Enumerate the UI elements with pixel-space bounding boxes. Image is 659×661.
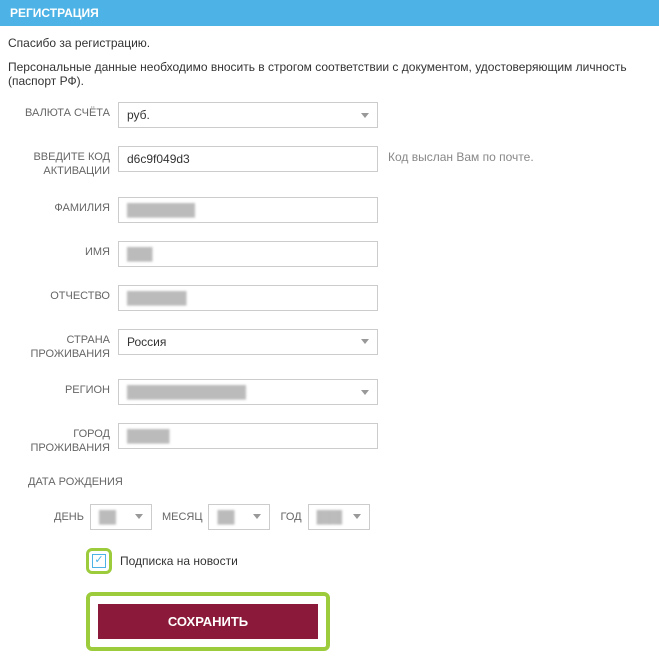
activation-row: ВВЕДИТЕ КОД АКТИВАЦИИ d6c9f049d3 Код выс… bbox=[8, 146, 651, 179]
country-select[interactable]: Россия bbox=[118, 329, 378, 355]
activation-label: ВВЕДИТЕ КОД АКТИВАЦИИ bbox=[8, 146, 118, 179]
page-title: РЕГИСТРАЦИЯ bbox=[10, 6, 99, 20]
chevron-down-icon bbox=[353, 514, 361, 519]
patronymic-label: ОТЧЕСТВО bbox=[8, 285, 118, 303]
dob-day-value: ██ bbox=[99, 510, 116, 524]
region-select[interactable]: ██████████████ bbox=[118, 379, 378, 405]
city-label: ГОРОД ПРОЖИВАНИЯ bbox=[8, 423, 118, 456]
subscribe-highlight: ✓ bbox=[86, 548, 112, 574]
currency-row: ВАЛЮТА СЧЁТА руб. bbox=[8, 102, 651, 128]
dob-row: ДЕНЬ ██ МЕСЯЦ ██ ГОД ███ bbox=[8, 504, 651, 530]
dob-year-value: ███ bbox=[317, 510, 343, 524]
country-value: Россия bbox=[127, 335, 166, 349]
chevron-down-icon bbox=[361, 390, 369, 395]
currency-value: руб. bbox=[127, 108, 150, 122]
region-label: РЕГИОН bbox=[8, 379, 118, 397]
dob-title: ДАТА РОЖДЕНИЯ bbox=[28, 476, 138, 488]
save-highlight: СОХРАНИТЬ bbox=[86, 592, 330, 651]
activation-hint: Код выслан Вам по почте. bbox=[388, 146, 534, 172]
subscribe-checkbox[interactable]: ✓ bbox=[92, 554, 106, 568]
dob-section: ДАТА РОЖДЕНИЯ ДЕНЬ ██ МЕСЯЦ ██ ГОД bbox=[8, 474, 651, 530]
chevron-down-icon bbox=[361, 339, 369, 344]
thanks-text: Спасибо за регистрацию. bbox=[8, 36, 651, 50]
currency-label: ВАЛЮТА СЧЁТА bbox=[8, 102, 118, 120]
firstname-input[interactable]: ███ bbox=[118, 241, 378, 267]
country-row: СТРАНА ПРОЖИВАНИЯ Россия bbox=[8, 329, 651, 362]
dob-day-select[interactable]: ██ bbox=[90, 504, 152, 530]
patronymic-value: ███████ bbox=[127, 291, 187, 305]
chevron-down-icon bbox=[253, 514, 261, 519]
country-label: СТРАНА ПРОЖИВАНИЯ bbox=[8, 329, 118, 362]
lastname-input[interactable]: ████████ bbox=[118, 197, 378, 223]
firstname-row: ИМЯ ███ bbox=[8, 241, 651, 267]
dob-day-label: ДЕНЬ bbox=[54, 511, 84, 523]
lastname-label: ФАМИЛИЯ bbox=[8, 197, 118, 215]
activation-value: d6c9f049d3 bbox=[127, 152, 190, 166]
firstname-value: ███ bbox=[127, 247, 153, 261]
subscribe-label: Подписка на новости bbox=[120, 554, 238, 568]
dob-month-value: ██ bbox=[217, 510, 234, 524]
patronymic-input[interactable]: ███████ bbox=[118, 285, 378, 311]
lastname-value: ████████ bbox=[127, 203, 195, 217]
city-row: ГОРОД ПРОЖИВАНИЯ █████ bbox=[8, 423, 651, 456]
city-value: █████ bbox=[127, 429, 170, 443]
dob-year-label: ГОД bbox=[280, 511, 301, 523]
region-value: ██████████████ bbox=[127, 385, 246, 399]
dob-month-label: МЕСЯЦ bbox=[162, 511, 203, 523]
dob-year-select[interactable]: ███ bbox=[308, 504, 370, 530]
city-input[interactable]: █████ bbox=[118, 423, 378, 449]
patronymic-row: ОТЧЕСТВО ███████ bbox=[8, 285, 651, 311]
currency-select[interactable]: руб. bbox=[118, 102, 378, 128]
dob-month-select[interactable]: ██ bbox=[208, 504, 270, 530]
firstname-label: ИМЯ bbox=[8, 241, 118, 259]
lastname-row: ФАМИЛИЯ ████████ bbox=[8, 197, 651, 223]
activation-input[interactable]: d6c9f049d3 bbox=[118, 146, 378, 172]
note-text: Персональные данные необходимо вносить в… bbox=[8, 60, 651, 88]
chevron-down-icon bbox=[361, 113, 369, 118]
save-button[interactable]: СОХРАНИТЬ bbox=[98, 604, 318, 639]
region-row: РЕГИОН ██████████████ bbox=[8, 379, 651, 405]
page-header: РЕГИСТРАЦИЯ bbox=[0, 0, 659, 26]
form-content: Спасибо за регистрацию. Персональные дан… bbox=[0, 26, 659, 661]
check-icon: ✓ bbox=[94, 555, 103, 566]
chevron-down-icon bbox=[135, 514, 143, 519]
subscribe-row: ✓ Подписка на новости bbox=[8, 548, 651, 574]
